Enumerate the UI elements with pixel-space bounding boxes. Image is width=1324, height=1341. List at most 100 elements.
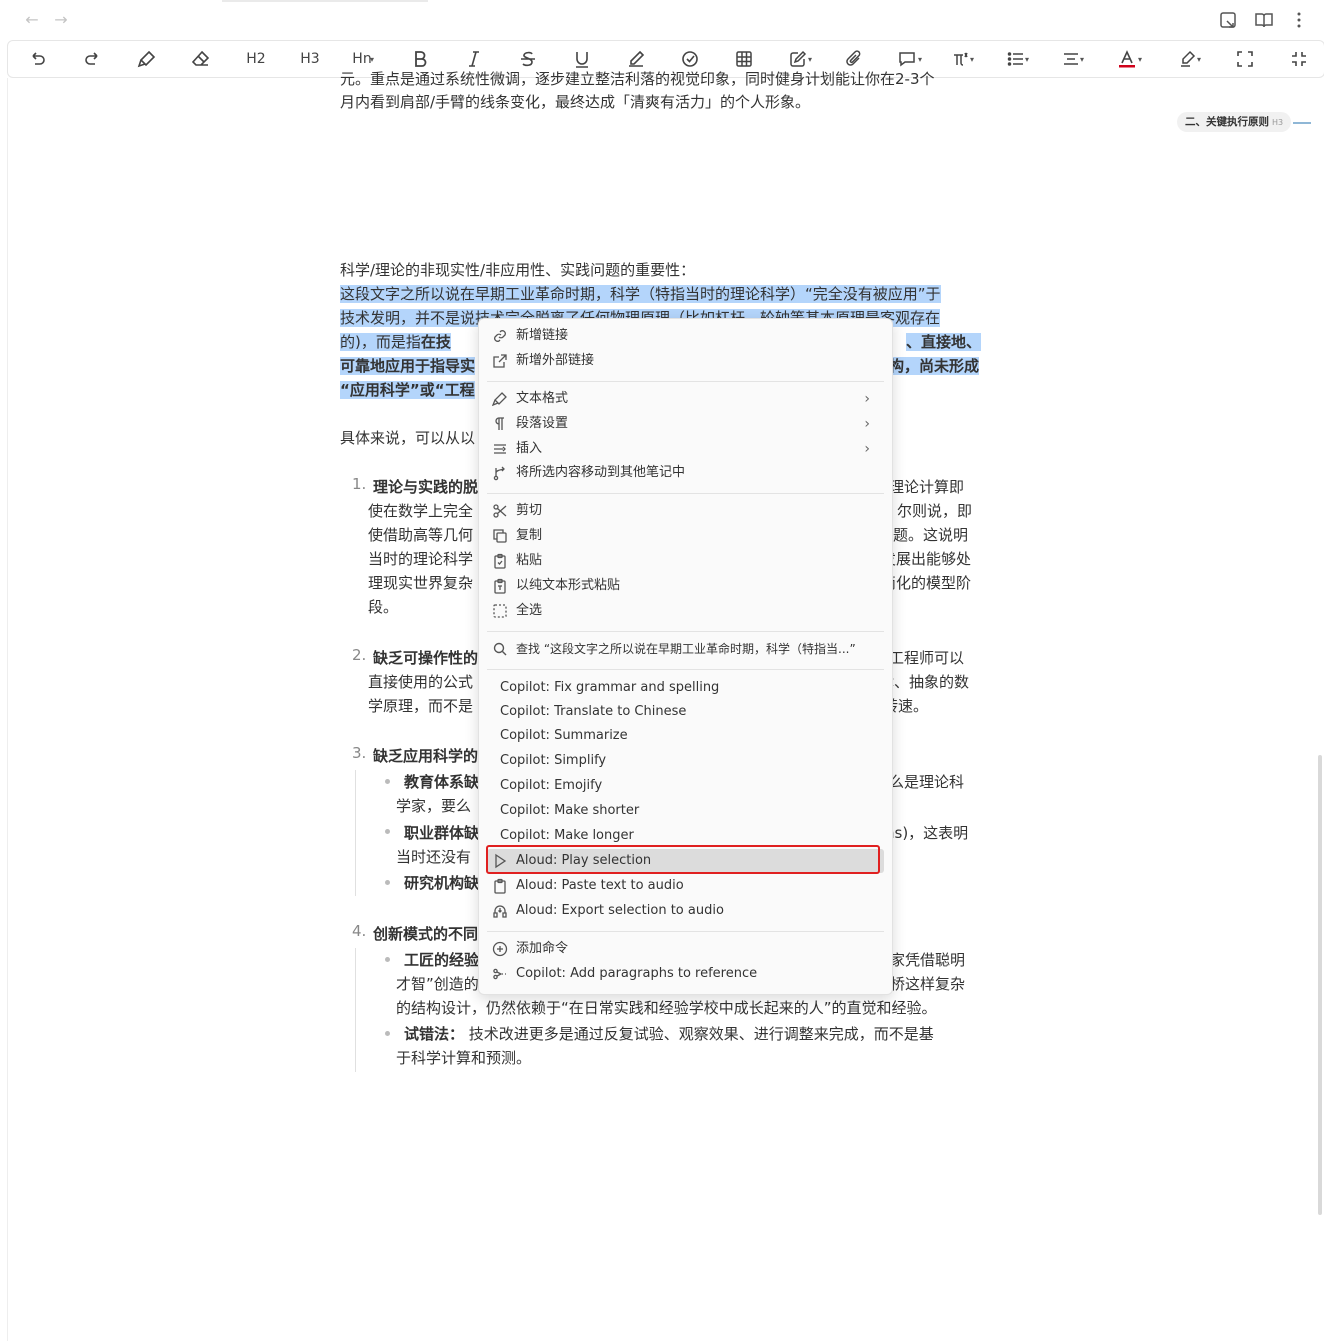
forward-arrow-icon[interactable]: →	[49, 8, 73, 32]
selected-line-3-right: 、直接地、	[906, 330, 986, 354]
menu-item-copilot-add-paragraphs[interactable]: Copilot: Add paragraphs to reference	[487, 962, 884, 986]
undo-icon[interactable]	[26, 48, 50, 70]
menu-item-cut[interactable]: 剪切	[487, 499, 884, 523]
menu-item-label: 新增链接	[516, 328, 569, 343]
menu-item-find[interactable]: 查找 “这段文字之所以说在早期工业革命时期，科学（特指当...”	[487, 637, 884, 661]
selected-bold-text: 、直接地、	[906, 333, 982, 351]
back-arrow-icon[interactable]: ←	[20, 8, 44, 32]
outline-heading-chip[interactable]: 二、关键执行原则 H3	[1177, 112, 1292, 132]
scissors-icon	[492, 503, 508, 519]
redo-icon[interactable]	[80, 48, 104, 70]
outline-heading-label: 二、关键执行原则	[1185, 116, 1269, 128]
menu-separator	[487, 669, 884, 670]
heading2-button[interactable]: H2	[243, 48, 269, 70]
menu-separator	[487, 631, 884, 632]
menu-item-label: Aloud: Paste text to audio	[516, 878, 684, 893]
menu-item-label: 以纯文本形式粘贴	[516, 578, 621, 593]
menu-item-label: 段落设置	[516, 416, 569, 431]
chevron-down-icon: ▾	[1080, 55, 1085, 64]
bullet-text: 技术改进更多是通过反复试验、观察效果、进行调整来完成，而不是基	[464, 1025, 934, 1043]
list-item-text: 简化的模型阶	[881, 574, 972, 592]
menu-item-copilot-emojify[interactable]: Copilot: Emojify	[487, 774, 884, 798]
menu-item-copilot-summarize[interactable]: Copilot: Summarize	[487, 724, 884, 748]
list-item-text: 工程师可以	[889, 649, 965, 667]
menu-item-label: Copilot: Make shorter	[500, 803, 640, 818]
open-in-window-icon[interactable]	[1218, 10, 1238, 30]
external-link-icon	[492, 353, 508, 369]
menu-item-paste[interactable]: 粘贴	[487, 549, 884, 573]
menu-item-copilot-translate[interactable]: Copilot: Translate to Chinese	[487, 700, 884, 724]
menu-item-copilot-shorter[interactable]: Copilot: Make shorter	[487, 799, 884, 823]
menu-item-label: Copilot: Simplify	[500, 753, 607, 768]
bullet-dot	[385, 779, 390, 784]
bullet-dot	[385, 880, 390, 885]
vertical-scrollbar[interactable]	[1318, 755, 1322, 1215]
chevron-down-icon: ▾	[1197, 55, 1202, 64]
selected-bold-text: “应用科学”或“工程	[340, 381, 475, 399]
selected-line-4-right: 构，尚未形成	[889, 354, 985, 378]
menu-item-move-to-note[interactable]: 将所选内容移动到其他笔记中	[487, 461, 884, 485]
menu-item-copy[interactable]: 复制	[487, 524, 884, 548]
branch-move-icon	[492, 465, 508, 481]
menu-item-label: 全选	[516, 603, 543, 618]
selected-line-1: 这段文字之所以说在早期工业革命时期，科学（特指当时的理论科学）“完全没有被应用”…	[340, 282, 985, 306]
chevron-right-icon: ›	[864, 391, 870, 407]
menu-separator	[487, 493, 884, 494]
menu-item-label: 将所选内容移动到其他笔记中	[516, 465, 686, 480]
menu-item-add-link[interactable]: 新增链接	[487, 324, 884, 348]
audio-export-icon	[492, 903, 508, 919]
format-painter-icon[interactable]	[135, 48, 159, 70]
chevron-down-icon: ▾	[370, 55, 375, 64]
more-options-icon[interactable]	[1289, 10, 1309, 30]
menu-item-label: 插入	[516, 441, 543, 456]
scissors-dashed-icon	[492, 966, 508, 982]
outline-indicator-line	[1293, 122, 1311, 124]
menu-item-copilot-simplify[interactable]: Copilot: Simplify	[487, 749, 884, 773]
menu-item-label: 粘贴	[516, 553, 543, 568]
bullet-line: 试错法： 技术改进更多是通过反复试验、观察效果、进行调整来完成，而不是基	[404, 1022, 1049, 1046]
insert-icon	[492, 441, 508, 457]
menu-item-label: Copilot: Translate to Chinese	[500, 704, 687, 719]
menu-item-aloud-paste[interactable]: Aloud: Paste text to audio	[487, 874, 884, 898]
font-color-icon[interactable]	[1115, 48, 1139, 70]
menu-item-label: Copilot: Fix grammar and spelling	[500, 680, 720, 695]
menu-item-paragraph-settings[interactable]: 段落设置 ›	[487, 412, 884, 436]
list-number: 2.	[352, 646, 367, 664]
heading3-button[interactable]: H3	[297, 48, 323, 70]
highlight-annotation-box	[486, 845, 880, 874]
chevron-down-icon: ▾	[970, 55, 975, 64]
menu-item-text-format[interactable]: 文本格式 ›	[487, 387, 884, 411]
menu-item-label: 复制	[516, 528, 543, 543]
search-icon	[492, 641, 508, 657]
list-number: 4.	[352, 922, 367, 940]
collapse-icon[interactable]	[1287, 48, 1311, 70]
menu-item-label: Copilot: Add paragraphs to reference	[516, 966, 758, 981]
top-nav-bar: ← →	[0, 0, 1324, 40]
list-item-text: 律、抽象的数	[879, 673, 970, 691]
bullet-dot	[385, 957, 390, 962]
menu-separator	[487, 931, 884, 932]
menu-item-paste-plain[interactable]: 以纯文本形式粘贴	[487, 574, 884, 598]
menu-item-select-all[interactable]: 全选	[487, 599, 884, 623]
menu-item-label: Copilot: Emojify	[500, 778, 603, 793]
copy-icon	[492, 528, 508, 544]
paint-brush-icon	[491, 391, 508, 407]
chevron-right-icon: ›	[864, 441, 870, 457]
bullet-text: 的结构设计，仍然依赖于“在日常实践和经验学校中成长起来的人”的直觉和经验。	[396, 999, 937, 1017]
menu-item-insert[interactable]: 插入 ›	[487, 437, 884, 461]
bullet-title: 试错法：	[404, 1025, 465, 1043]
reading-mode-icon[interactable]	[1254, 10, 1274, 30]
menu-item-aloud-export[interactable]: Aloud: Export selection to audio	[487, 899, 884, 923]
menu-item-copilot-grammar[interactable]: Copilot: Fix grammar and spelling	[487, 676, 884, 700]
chevron-down-icon: ▾	[1138, 55, 1143, 64]
tab-indicator	[222, 0, 428, 2]
selected-text: 这段文字之所以说在早期工业革命时期，科学（特指当时的理论科学）“完全没有被应用”…	[340, 285, 941, 303]
chevron-down-icon: ▾	[918, 55, 923, 64]
list-number: 1.	[352, 475, 367, 493]
eraser-icon[interactable]	[189, 48, 213, 70]
doc-line-top-2: 月内看到肩部/手臂的线条变化，最终达成「清爽有活力」的个人形象。	[340, 93, 811, 111]
menu-item-add-command[interactable]: 添加命令	[487, 937, 884, 961]
menu-item-add-external-link[interactable]: 新增外部链接	[487, 349, 884, 373]
selected-bold-text: 在技	[420, 333, 451, 351]
fullscreen-icon[interactable]	[1233, 48, 1257, 70]
